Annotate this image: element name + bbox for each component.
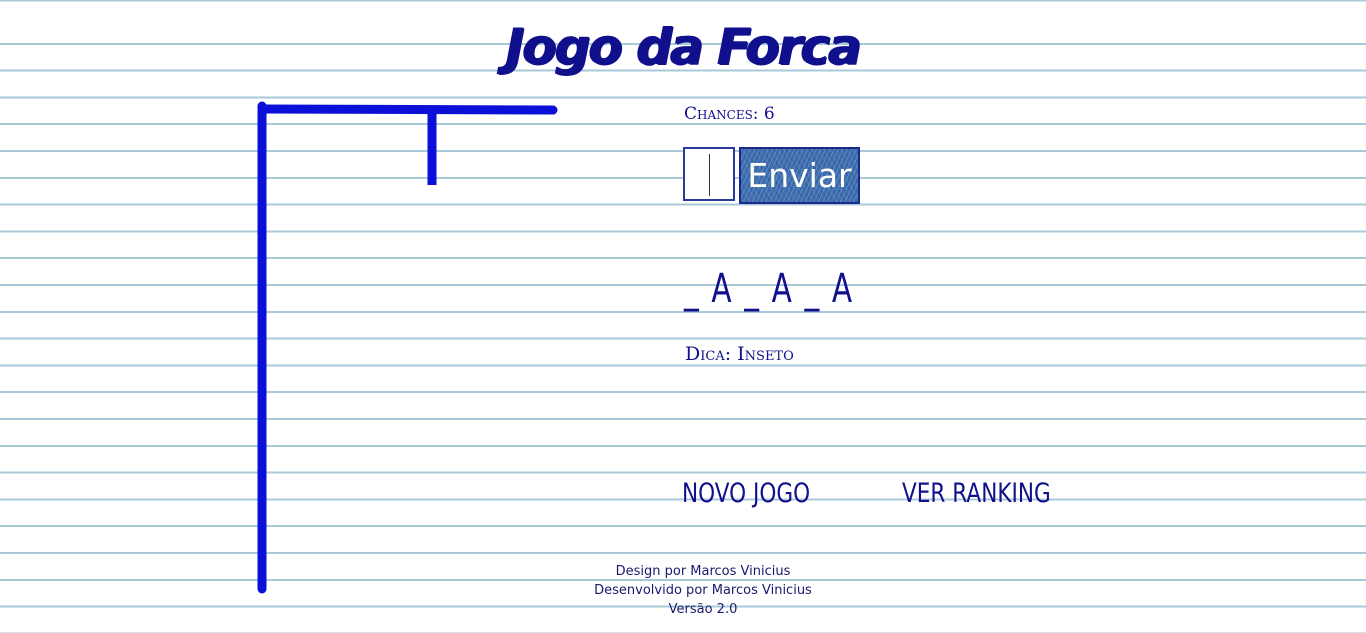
send-button[interactable]: Enviar <box>739 147 860 204</box>
hint-value: Inseto <box>737 343 794 365</box>
text-caret <box>709 154 710 196</box>
masked-word: _ A _ A _ A <box>684 266 854 312</box>
ranking-link[interactable]: VER RANKING <box>902 478 1051 509</box>
gallows-beam <box>257 104 558 115</box>
footer-version: Versão 2.0 <box>668 602 738 617</box>
hint-label: Dica: <box>685 343 732 365</box>
hint: Dica: Inseto <box>685 343 794 365</box>
footer: Design por Marcos Vinicius Desenvolvido … <box>553 562 853 619</box>
footer-design-credit: Design por Marcos Vinicius <box>615 564 791 579</box>
chances-counter: Chances: 6 <box>684 104 775 124</box>
footer-developer-credit: Desenvolvido por Marcos Vinicius <box>594 583 812 598</box>
new-game-link[interactable]: NOVO JOGO <box>682 478 810 509</box>
gallows-drawing <box>257 101 558 594</box>
